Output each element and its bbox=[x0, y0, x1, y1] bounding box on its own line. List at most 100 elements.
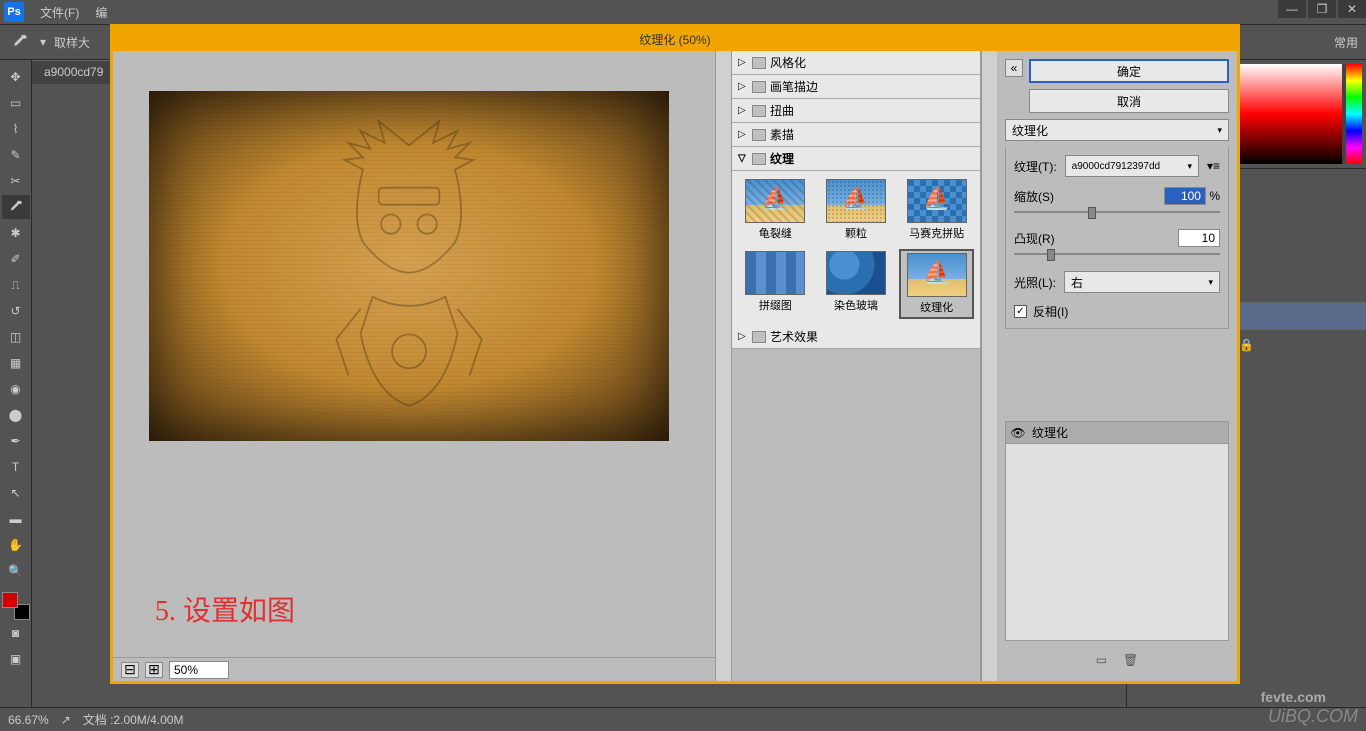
scale-input[interactable] bbox=[1164, 187, 1206, 205]
healing-tool[interactable]: ✱ bbox=[2, 221, 30, 245]
thumb-grain[interactable]: 颗粒 bbox=[819, 177, 894, 243]
effect-layer-label: 纹理化 bbox=[1032, 424, 1068, 441]
zoom-input[interactable] bbox=[169, 661, 229, 679]
document-tab[interactable]: a9000cd79 bbox=[32, 60, 115, 84]
tree-label: 纹理 bbox=[770, 150, 794, 167]
thumb-texturizer[interactable]: 纹理化 bbox=[899, 249, 974, 319]
menu-more[interactable]: 编 bbox=[87, 4, 115, 21]
doc-info: 文档 :2.00M/4.00M bbox=[83, 711, 184, 728]
eyedropper-tool[interactable] bbox=[2, 195, 30, 219]
cancel-button[interactable]: 取消 bbox=[1029, 89, 1229, 113]
color-swatches[interactable] bbox=[2, 592, 30, 620]
preset-label[interactable]: 常用 bbox=[1334, 34, 1358, 51]
hand-tool[interactable]: ✋ bbox=[2, 533, 30, 557]
effect-layer-row[interactable]: 👁 纹理化 bbox=[1006, 422, 1228, 444]
preview-pane: 5. 设置如图 ⊟ ⊞ bbox=[113, 51, 715, 681]
texture-label: 纹理(T): bbox=[1014, 158, 1057, 175]
dodge-tool[interactable]: ⬤ bbox=[2, 403, 30, 427]
filter-dropdown[interactable]: 纹理化 ▾ bbox=[1005, 119, 1229, 141]
eyedropper-icon[interactable] bbox=[8, 30, 32, 54]
pen-tool[interactable]: ✒ bbox=[2, 429, 30, 453]
thumb-image bbox=[907, 179, 967, 223]
zoom-tool[interactable]: 🔍 bbox=[2, 559, 30, 583]
sample-size-label: 取样大 bbox=[54, 34, 90, 51]
zoom-out-button[interactable]: ⊟ bbox=[121, 662, 139, 678]
thumb-label: 纹理化 bbox=[920, 299, 953, 315]
texture-flyout-icon[interactable]: ▾≡ bbox=[1207, 159, 1220, 173]
lock-icon: 🔒 bbox=[1239, 338, 1254, 352]
new-effect-icon[interactable]: ▭ bbox=[1096, 653, 1107, 667]
collapse-toggle[interactable]: « bbox=[1005, 59, 1023, 77]
window-controls: — ❐ ✕ bbox=[1276, 0, 1366, 24]
thumb-label: 拼缀图 bbox=[759, 297, 792, 313]
light-dropdown[interactable]: 右 ▾ bbox=[1064, 271, 1220, 293]
marquee-tool[interactable]: ▭ bbox=[2, 91, 30, 115]
maximize-button[interactable]: ❐ bbox=[1308, 0, 1336, 18]
filter-tree: ▷风格化 ▷画笔描边 ▷扭曲 ▷素描 ▽纹理 龟裂缝 颗粒 马赛克拼贴 拼缀图 … bbox=[731, 51, 981, 681]
ok-button[interactable]: 确定 bbox=[1029, 59, 1229, 83]
tree-stylize[interactable]: ▷风格化 bbox=[732, 51, 980, 75]
relief-slider[interactable] bbox=[1014, 247, 1220, 261]
thumb-label: 颗粒 bbox=[845, 225, 867, 241]
thumb-mosaic[interactable]: 马赛克拼贴 bbox=[899, 177, 974, 243]
tree-brushstrokes[interactable]: ▷画笔描边 bbox=[732, 75, 980, 99]
effect-layers: 👁 纹理化 bbox=[1005, 421, 1229, 641]
thumb-patchwork[interactable]: 拼缀图 bbox=[738, 249, 813, 319]
close-button[interactable]: ✕ bbox=[1338, 0, 1366, 18]
quickmask-tool[interactable]: ◙ bbox=[2, 621, 30, 645]
history-brush-tool[interactable]: ↺ bbox=[2, 299, 30, 323]
fg-color-swatch[interactable] bbox=[2, 592, 18, 608]
type-tool[interactable]: T bbox=[2, 455, 30, 479]
folder-icon bbox=[752, 57, 766, 69]
scale-label: 缩放(S) bbox=[1014, 188, 1054, 205]
watermark-uibq: UiBQ.COM bbox=[1268, 706, 1358, 727]
screenmode-tool[interactable]: ▣ bbox=[2, 647, 30, 671]
invert-checkbox[interactable]: ✓ 反相(I) bbox=[1014, 303, 1220, 320]
eye-icon[interactable]: 👁 bbox=[1010, 426, 1026, 440]
options-arrow[interactable]: ▾ bbox=[40, 35, 46, 49]
export-icon[interactable]: ↗ bbox=[61, 713, 71, 727]
status-zoom[interactable]: 66.67% bbox=[8, 713, 49, 727]
filter-gallery-dialog: 纹理化 (50%) 5. 设置 bbox=[110, 24, 1240, 684]
tree-sketch[interactable]: ▷素描 bbox=[732, 123, 980, 147]
chevron-down-icon: ▾ bbox=[1217, 125, 1222, 136]
zoom-in-button[interactable]: ⊞ bbox=[145, 662, 163, 678]
sketch-overlay bbox=[149, 91, 669, 441]
quick-select-tool[interactable]: ✎ bbox=[2, 143, 30, 167]
thumb-stained-glass[interactable]: 染色玻璃 bbox=[819, 249, 894, 319]
light-label: 光照(L): bbox=[1014, 274, 1056, 291]
trash-icon[interactable]: 🗑 bbox=[1123, 653, 1138, 667]
tree-distort[interactable]: ▷扭曲 bbox=[732, 99, 980, 123]
texture-thumbs: 龟裂缝 颗粒 马赛克拼贴 拼缀图 染色玻璃 纹理化 bbox=[732, 171, 980, 325]
move-tool[interactable]: ✥ bbox=[2, 65, 30, 89]
tree-label: 扭曲 bbox=[770, 102, 794, 119]
scale-unit: % bbox=[1209, 189, 1220, 203]
lasso-tool[interactable]: ⌇ bbox=[2, 117, 30, 141]
menu-file[interactable]: 文件(F) bbox=[32, 4, 87, 21]
hue-slider[interactable] bbox=[1346, 64, 1362, 164]
relief-input[interactable] bbox=[1178, 229, 1220, 247]
texture-dropdown[interactable]: a9000cd7912397dd ▾ bbox=[1065, 155, 1199, 177]
minimize-button[interactable]: — bbox=[1278, 0, 1306, 18]
stamp-tool[interactable]: ⎍ bbox=[2, 273, 30, 297]
crop-tool[interactable]: ✂ bbox=[2, 169, 30, 193]
thumb-image bbox=[907, 253, 967, 297]
filter-settings: 纹理(T): a9000cd7912397dd ▾ ▾≡ 缩放(S) % bbox=[1005, 147, 1229, 329]
eraser-tool[interactable]: ◫ bbox=[2, 325, 30, 349]
gradient-tool[interactable]: ▦ bbox=[2, 351, 30, 375]
folder-icon bbox=[752, 105, 766, 117]
thumb-craquelure[interactable]: 龟裂缝 bbox=[738, 177, 813, 243]
preview-canvas[interactable]: 5. 设置如图 bbox=[125, 63, 707, 653]
preview-scrollbar[interactable] bbox=[715, 51, 731, 681]
check-icon: ✓ bbox=[1014, 305, 1027, 318]
path-select-tool[interactable]: ↖ bbox=[2, 481, 30, 505]
blur-tool[interactable]: ◉ bbox=[2, 377, 30, 401]
tree-scrollbar[interactable] bbox=[981, 51, 997, 681]
invert-label: 反相(I) bbox=[1033, 303, 1068, 320]
tree-artistic[interactable]: ▷艺术效果 bbox=[732, 325, 980, 349]
shape-tool[interactable]: ▬ bbox=[2, 507, 30, 531]
dropdown-value: 右 bbox=[1071, 274, 1083, 291]
tree-texture[interactable]: ▽纹理 bbox=[732, 147, 980, 171]
brush-tool[interactable]: ✐ bbox=[2, 247, 30, 271]
scale-slider[interactable] bbox=[1014, 205, 1220, 219]
